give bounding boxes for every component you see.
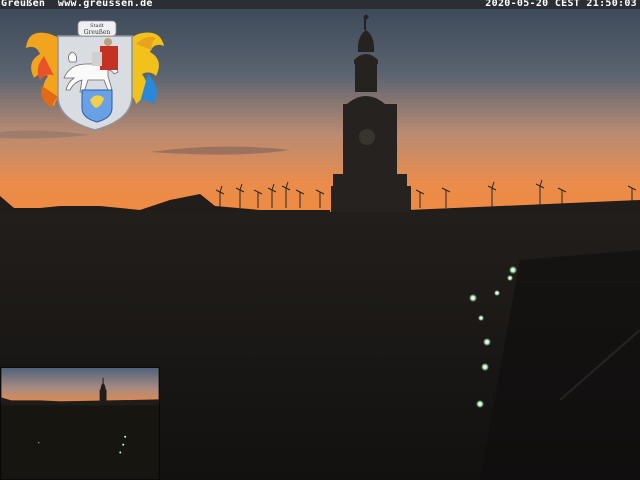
tower-clock <box>359 129 375 145</box>
crest-scroll-line2: Greußen <box>84 29 111 36</box>
preview-thumbnail <box>0 367 160 480</box>
caption-bar: Greußen www.greussen.de 2020-05-20 CEST … <box>0 0 640 9</box>
timestamp: 2020-05-20 CEST 21:50:03 <box>485 0 637 9</box>
caption-town: Greußen www.greussen.de <box>1 0 153 9</box>
small-shield <box>81 89 113 123</box>
website-url: www.greussen.de <box>57 0 153 9</box>
town-coat-of-arms: Stadt Greußen <box>26 20 164 131</box>
town-name: Greußen <box>1 0 46 9</box>
